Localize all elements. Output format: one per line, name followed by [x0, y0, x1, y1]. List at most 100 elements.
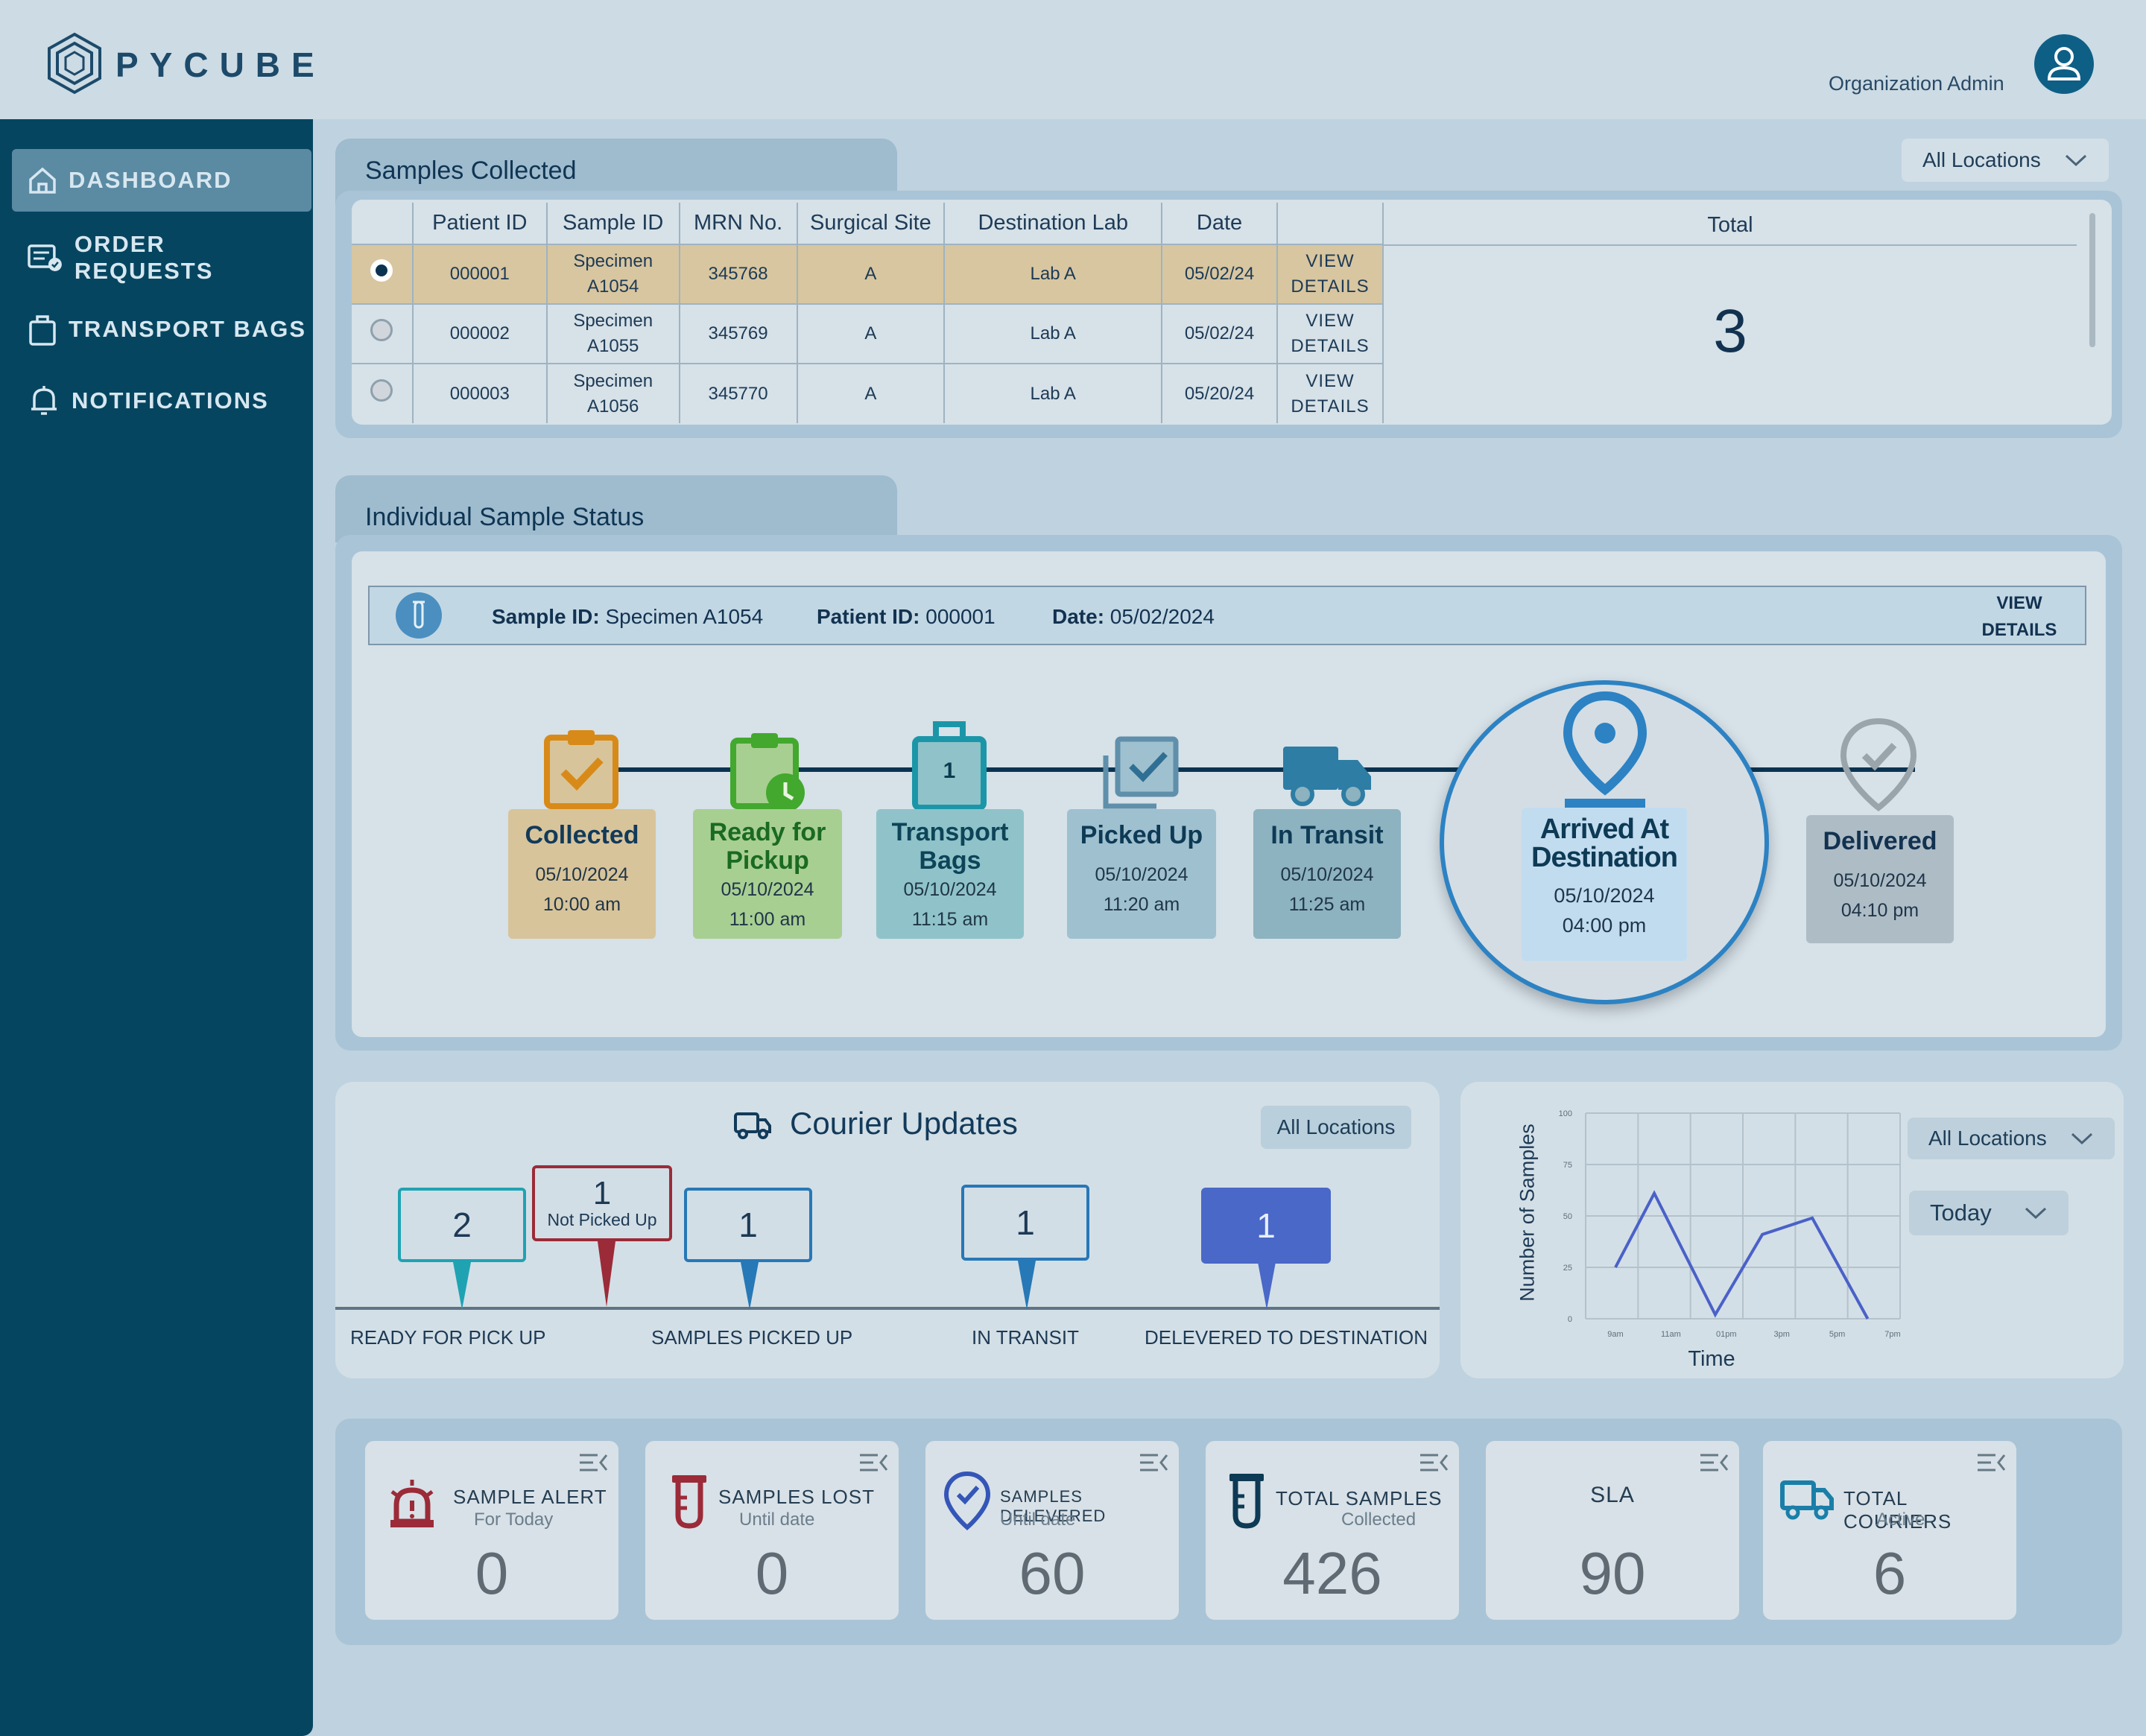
chart-location-dropdown[interactable]: All Locations	[1908, 1118, 2115, 1159]
step-label: Picked Up	[1080, 821, 1203, 849]
sample-id-cell: Specimen A1054	[546, 244, 680, 304]
step-time: 11:15 am	[911, 909, 989, 930]
site-cell: A	[797, 363, 946, 423]
flag-samples-picked-up[interactable]: 1	[684, 1188, 812, 1262]
date-cell: 05/02/24	[1162, 244, 1278, 304]
chevron-down-icon	[2025, 1207, 2047, 1220]
flag-value: 1	[1256, 1206, 1276, 1245]
step-delivered[interactable]: Delivered 05/10/2024 04:10 pm	[1806, 815, 1954, 943]
user-icon	[2047, 47, 2081, 80]
menu-collapse-icon[interactable]	[1699, 1451, 1729, 1474]
card-sla[interactable]: SLA 90	[1486, 1441, 1739, 1620]
flag-delivered[interactable]: 1	[1201, 1188, 1331, 1264]
view-details-link[interactable]: VIEW DETAILS	[1276, 363, 1384, 423]
card-value: 90	[1579, 1540, 1646, 1606]
y-tick-label: 50	[1563, 1212, 1572, 1221]
actions-column-header	[1276, 203, 1384, 244]
step-arrived-at-destination[interactable]: Arrived At Destination 05/10/2024 04:00 p…	[1522, 808, 1687, 961]
y-tick-label: 75	[1563, 1161, 1572, 1170]
x-tick-label: 5pm	[1829, 1330, 1845, 1339]
column-header: Destination Lab	[944, 203, 1163, 244]
date-cell: 05/02/24	[1162, 303, 1278, 364]
sidebar-item-dashboard[interactable]: DASHBOARD	[12, 149, 311, 212]
truck-icon	[1283, 747, 1371, 806]
view-details-link[interactable]: VIEW DETAILS	[1276, 303, 1384, 364]
patient-id-info: Patient ID: 000001	[817, 605, 996, 628]
bell-icon	[31, 386, 57, 415]
label-ready-for-pickup: READY FOR PICK UP	[350, 1326, 546, 1349]
step-label: Ready for Pickup	[709, 818, 826, 875]
row-radio[interactable]	[370, 259, 393, 282]
select-column-header	[352, 203, 414, 244]
step-collected[interactable]: Collected 05/10/2024 10:00 am	[508, 809, 656, 939]
mrn-cell: 345769	[679, 303, 798, 364]
courier-location-filter[interactable]: All Locations	[1261, 1106, 1411, 1149]
card-value: 426	[1282, 1540, 1382, 1606]
card-title: SAMPLES LOST	[718, 1486, 875, 1508]
flag-in-transit[interactable]: 1	[961, 1185, 1089, 1261]
table-row[interactable]: 000002 Specimen A1055 345769 A Lab A 05/0…	[352, 303, 1384, 364]
card-subtitle: Active	[1876, 1510, 1925, 1530]
view-details-link[interactable]: VIEW DETAILS	[1276, 244, 1384, 304]
chart-location-label: All Locations	[1928, 1127, 2047, 1150]
table-row[interactable]: 000003 Specimen A1056 345770 A Lab A 05/2…	[352, 363, 1384, 423]
table-row[interactable]: 000001 Specimen A1054 345768 A Lab A 05/0…	[352, 244, 1384, 304]
menu-collapse-icon[interactable]	[578, 1451, 608, 1474]
card-subtitle: Until date	[1000, 1510, 1076, 1530]
mrn-cell: 345768	[679, 244, 798, 304]
samples-collected-title: Samples Collected	[365, 156, 577, 185]
menu-collapse-icon[interactable]	[858, 1451, 888, 1474]
samples-table-container: Patient ID Sample ID MRN No. Surgical Si…	[352, 200, 2112, 425]
checkbox-stack-icon	[1103, 736, 1179, 809]
sidebar-item-transport-bags[interactable]: TRANSPORT BAGS	[12, 298, 311, 361]
chevron-down-icon	[2065, 154, 2087, 167]
sidebar	[0, 119, 313, 1736]
flag-value: 1	[738, 1206, 758, 1244]
avatar[interactable]	[2034, 34, 2094, 94]
card-samples-lost[interactable]: SAMPLES LOST Until date 0	[645, 1441, 899, 1620]
step-date: 05/10/2024	[721, 879, 814, 900]
card-value: 0	[755, 1540, 789, 1606]
x-tick-label: 7pm	[1884, 1330, 1900, 1339]
location-pin-icon	[1563, 691, 1648, 809]
step-label: Arrived At Destination	[1531, 814, 1678, 873]
flag-ready-for-pickup[interactable]: 2	[398, 1188, 526, 1262]
row-radio[interactable]	[370, 319, 393, 342]
patient-id-cell: 000002	[412, 303, 548, 364]
sidebar-item-notifications[interactable]: NOTIFICATIONS	[12, 370, 311, 432]
flag-pointer	[1018, 1261, 1036, 1310]
location-filter-dropdown[interactable]: All Locations	[1902, 139, 2109, 182]
card-sample-alert[interactable]: SAMPLE ALERT For Today 0	[365, 1441, 618, 1620]
x-tick-label: 9am	[1607, 1330, 1623, 1339]
lab-cell: Lab A	[944, 363, 1163, 423]
step-ready-for-pickup[interactable]: Ready for Pickup 05/10/2024 11:00 am	[693, 809, 842, 939]
home-icon	[29, 167, 56, 194]
table-scrollbar[interactable]	[2089, 213, 2095, 347]
step-picked-up[interactable]: Picked Up 05/10/2024 11:20 am	[1067, 809, 1216, 939]
flag-pointer	[453, 1262, 471, 1310]
menu-collapse-icon[interactable]	[1976, 1451, 2006, 1474]
test-tube-icon	[672, 1475, 706, 1529]
card-samples-delivered[interactable]: SAMPLES DELEVERED Until date 60	[925, 1441, 1179, 1620]
sidebar-item-order-requests[interactable]: ORDER REQUESTS	[12, 226, 311, 289]
flag-value: 1	[1016, 1203, 1035, 1242]
card-total-samples[interactable]: TOTAL SAMPLES Collected 426	[1206, 1441, 1459, 1620]
chart-period-dropdown[interactable]: Today	[1909, 1191, 2069, 1235]
menu-collapse-icon[interactable]	[1139, 1451, 1168, 1474]
view-details-button[interactable]: VIEW DETAILS	[1967, 590, 2071, 644]
bag-icon	[29, 315, 56, 346]
x-tick-label: 3pm	[1773, 1330, 1789, 1339]
flag-not-picked-up[interactable]: 1 Not Picked Up	[532, 1165, 672, 1241]
card-title: TOTAL COURIERS	[1843, 1487, 1952, 1533]
menu-collapse-icon[interactable]	[1419, 1451, 1449, 1474]
truck-icon	[1780, 1480, 1834, 1520]
sample-id-cell: Specimen A1055	[546, 303, 680, 364]
step-label: Collected	[525, 821, 639, 849]
card-total-couriers[interactable]: TOTAL COURIERS Active 6	[1763, 1441, 2016, 1620]
site-cell: A	[797, 303, 946, 364]
step-date: 05/10/2024	[1095, 864, 1188, 885]
step-in-transit[interactable]: In Transit 05/10/2024 11:25 am	[1253, 809, 1401, 939]
row-radio[interactable]	[370, 378, 393, 402]
step-transport-bags[interactable]: Transport Bags 05/10/2024 11:15 am	[876, 809, 1024, 939]
card-title: SAMPLE ALERT	[453, 1486, 607, 1508]
